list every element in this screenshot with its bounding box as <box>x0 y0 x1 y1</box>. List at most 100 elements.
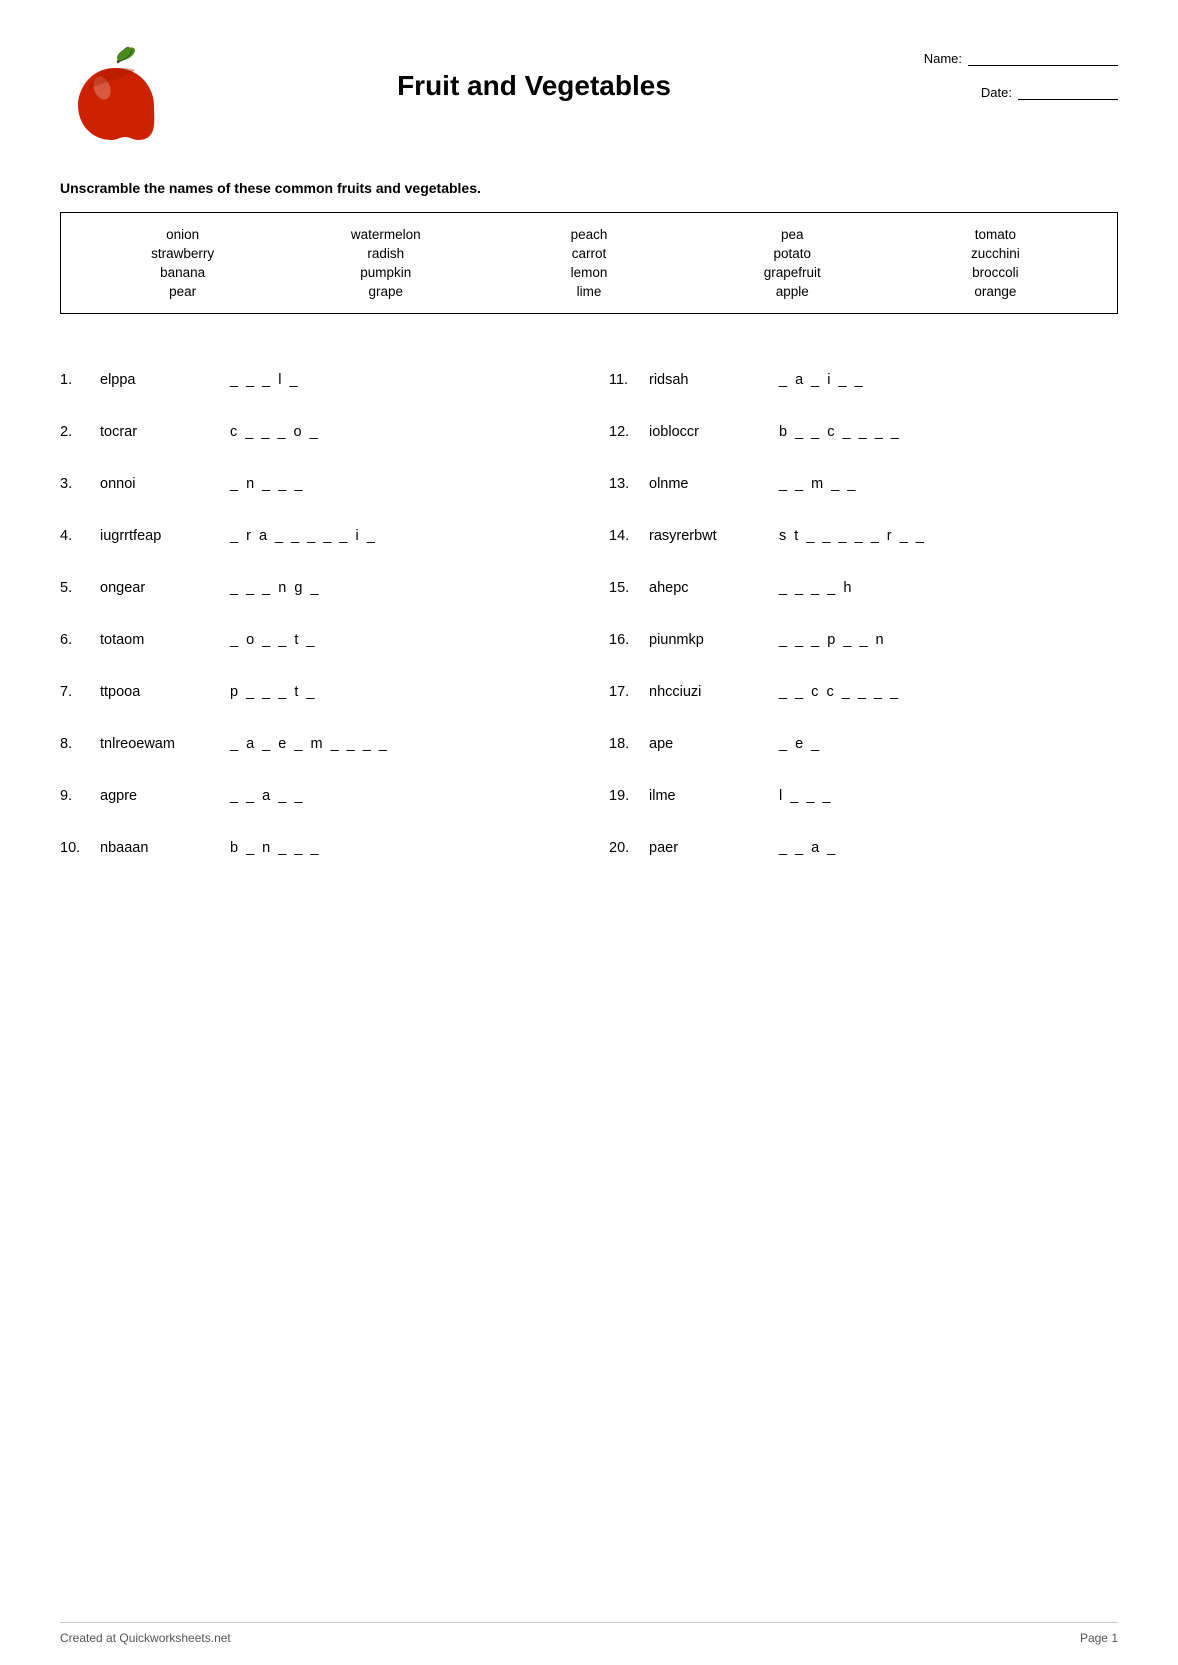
question-scrambled: ridsah <box>649 372 769 388</box>
question-answer: _ a _ i _ _ <box>779 372 1118 388</box>
question-number: 12. <box>609 424 639 440</box>
question-item: 9. agpre _ _ a _ _ <box>60 770 569 822</box>
question-answer: _ _ _ p _ _ n <box>779 632 1118 648</box>
name-underline <box>968 50 1118 66</box>
question-number: 15. <box>609 580 639 596</box>
question-number: 2. <box>60 424 90 440</box>
question-scrambled: agpre <box>100 788 220 804</box>
word-item: grapefruit <box>764 265 821 280</box>
question-answer: _ _ a _ _ <box>230 788 569 804</box>
question-item: 12. iobloccr b _ _ c _ _ _ _ <box>609 406 1118 458</box>
word-item: carrot <box>572 246 607 261</box>
question-item: 19. ilme l _ _ _ <box>609 770 1118 822</box>
question-item: 7. ttpooa p _ _ _ t _ <box>60 666 569 718</box>
question-number: 19. <box>609 788 639 804</box>
word-col-3: peapotatograpefruitapple <box>691 227 894 299</box>
question-answer: b _ n _ _ _ <box>230 840 569 856</box>
name-line: Name: <box>898 50 1118 66</box>
instruction: Unscramble the names of these common fru… <box>60 180 1118 196</box>
question-answer: _ n _ _ _ <box>230 476 569 492</box>
question-answer: _ _ c c _ _ _ _ <box>779 684 1118 700</box>
question-item: 15. ahepc _ _ _ _ h <box>609 562 1118 614</box>
question-scrambled: paer <box>649 840 769 856</box>
question-number: 4. <box>60 528 90 544</box>
word-item: pea <box>781 227 804 242</box>
question-scrambled: piunmkp <box>649 632 769 648</box>
word-bank: onionstrawberrybananapearwatermelonradis… <box>60 212 1118 314</box>
word-item: pear <box>169 284 196 299</box>
date-label: Date: <box>981 85 1012 100</box>
footer-right: Page 1 <box>1080 1631 1118 1645</box>
question-number: 11. <box>609 372 639 388</box>
word-col-0: onionstrawberrybananapear <box>81 227 284 299</box>
question-scrambled: nhcciuzi <box>649 684 769 700</box>
question-item: 1. elppa _ _ _ l _ <box>60 354 569 406</box>
question-scrambled: tocrar <box>100 424 220 440</box>
word-item: banana <box>160 265 205 280</box>
question-scrambled: iobloccr <box>649 424 769 440</box>
question-number: 16. <box>609 632 639 648</box>
question-number: 20. <box>609 840 639 856</box>
question-number: 5. <box>60 580 90 596</box>
question-answer: _ a _ e _ m _ _ _ _ <box>230 736 569 752</box>
question-scrambled: ilme <box>649 788 769 804</box>
footer-left: Created at Quickworksheets.net <box>60 1631 231 1645</box>
question-answer: _ _ _ n g _ <box>230 580 569 596</box>
question-scrambled: iugrrtfeap <box>100 528 220 544</box>
question-item: 17. nhcciuzi _ _ c c _ _ _ _ <box>609 666 1118 718</box>
question-answer: l _ _ _ <box>779 788 1118 804</box>
name-date-block: Name: Date: <box>898 40 1118 100</box>
question-scrambled: totaom <box>100 632 220 648</box>
word-item: zucchini <box>971 246 1020 261</box>
word-item: broccoli <box>972 265 1019 280</box>
question-number: 13. <box>609 476 639 492</box>
question-number: 8. <box>60 736 90 752</box>
header: Fruit and Vegetables Name: Date: <box>60 40 1118 150</box>
word-item: strawberry <box>151 246 214 261</box>
question-answer: b _ _ c _ _ _ _ <box>779 424 1118 440</box>
question-item: 11. ridsah _ a _ i _ _ <box>609 354 1118 406</box>
question-answer: _ _ m _ _ <box>779 476 1118 492</box>
question-scrambled: olnme <box>649 476 769 492</box>
word-item: tomato <box>975 227 1016 242</box>
question-number: 17. <box>609 684 639 700</box>
question-item: 6. totaom _ o _ _ t _ <box>60 614 569 666</box>
question-number: 10. <box>60 840 90 856</box>
question-item: 16. piunmkp _ _ _ p _ _ n <box>609 614 1118 666</box>
question-scrambled: rasyrerbwt <box>649 528 769 544</box>
question-item: 5. ongear _ _ _ n g _ <box>60 562 569 614</box>
question-item: 4. iugrrtfeap _ r a _ _ _ _ _ i _ <box>60 510 569 562</box>
question-number: 7. <box>60 684 90 700</box>
word-item: orange <box>974 284 1016 299</box>
page-title: Fruit and Vegetables <box>397 70 671 102</box>
apple-icon <box>60 40 170 150</box>
question-answer: _ _ _ _ h <box>779 580 1118 596</box>
question-number: 18. <box>609 736 639 752</box>
question-item: 20. paer _ _ a _ <box>609 822 1118 874</box>
question-number: 14. <box>609 528 639 544</box>
question-answer: c _ _ _ o _ <box>230 424 569 440</box>
question-scrambled: nbaaan <box>100 840 220 856</box>
question-answer: _ r a _ _ _ _ _ i _ <box>230 528 569 544</box>
question-item: 18. ape _ e _ <box>609 718 1118 770</box>
question-item: 8. tnlreoewam _ a _ e _ m _ _ _ _ <box>60 718 569 770</box>
questions-grid: 1. elppa _ _ _ l _ 11. ridsah _ a _ i _ … <box>60 354 1118 874</box>
question-answer: _ e _ <box>779 736 1118 752</box>
date-underline <box>1018 84 1118 100</box>
question-scrambled: ongear <box>100 580 220 596</box>
title-block: Fruit and Vegetables <box>170 40 898 102</box>
question-scrambled: ttpooa <box>100 684 220 700</box>
word-col-4: tomato zucchini broccoli orange <box>894 227 1097 299</box>
question-scrambled: tnlreoewam <box>100 736 220 752</box>
question-answer: _ _ _ l _ <box>230 372 569 388</box>
footer: Created at Quickworksheets.net Page 1 <box>60 1622 1118 1645</box>
word-col-2: peachcarrotlemonlime <box>487 227 690 299</box>
word-item: pumpkin <box>360 265 411 280</box>
question-scrambled: elppa <box>100 372 220 388</box>
word-item: potato <box>773 246 811 261</box>
question-item: 2. tocrar c _ _ _ o _ <box>60 406 569 458</box>
question-scrambled: ape <box>649 736 769 752</box>
question-number: 6. <box>60 632 90 648</box>
question-answer: s t _ _ _ _ _ r _ _ <box>779 528 1118 544</box>
question-answer: _ o _ _ t _ <box>230 632 569 648</box>
